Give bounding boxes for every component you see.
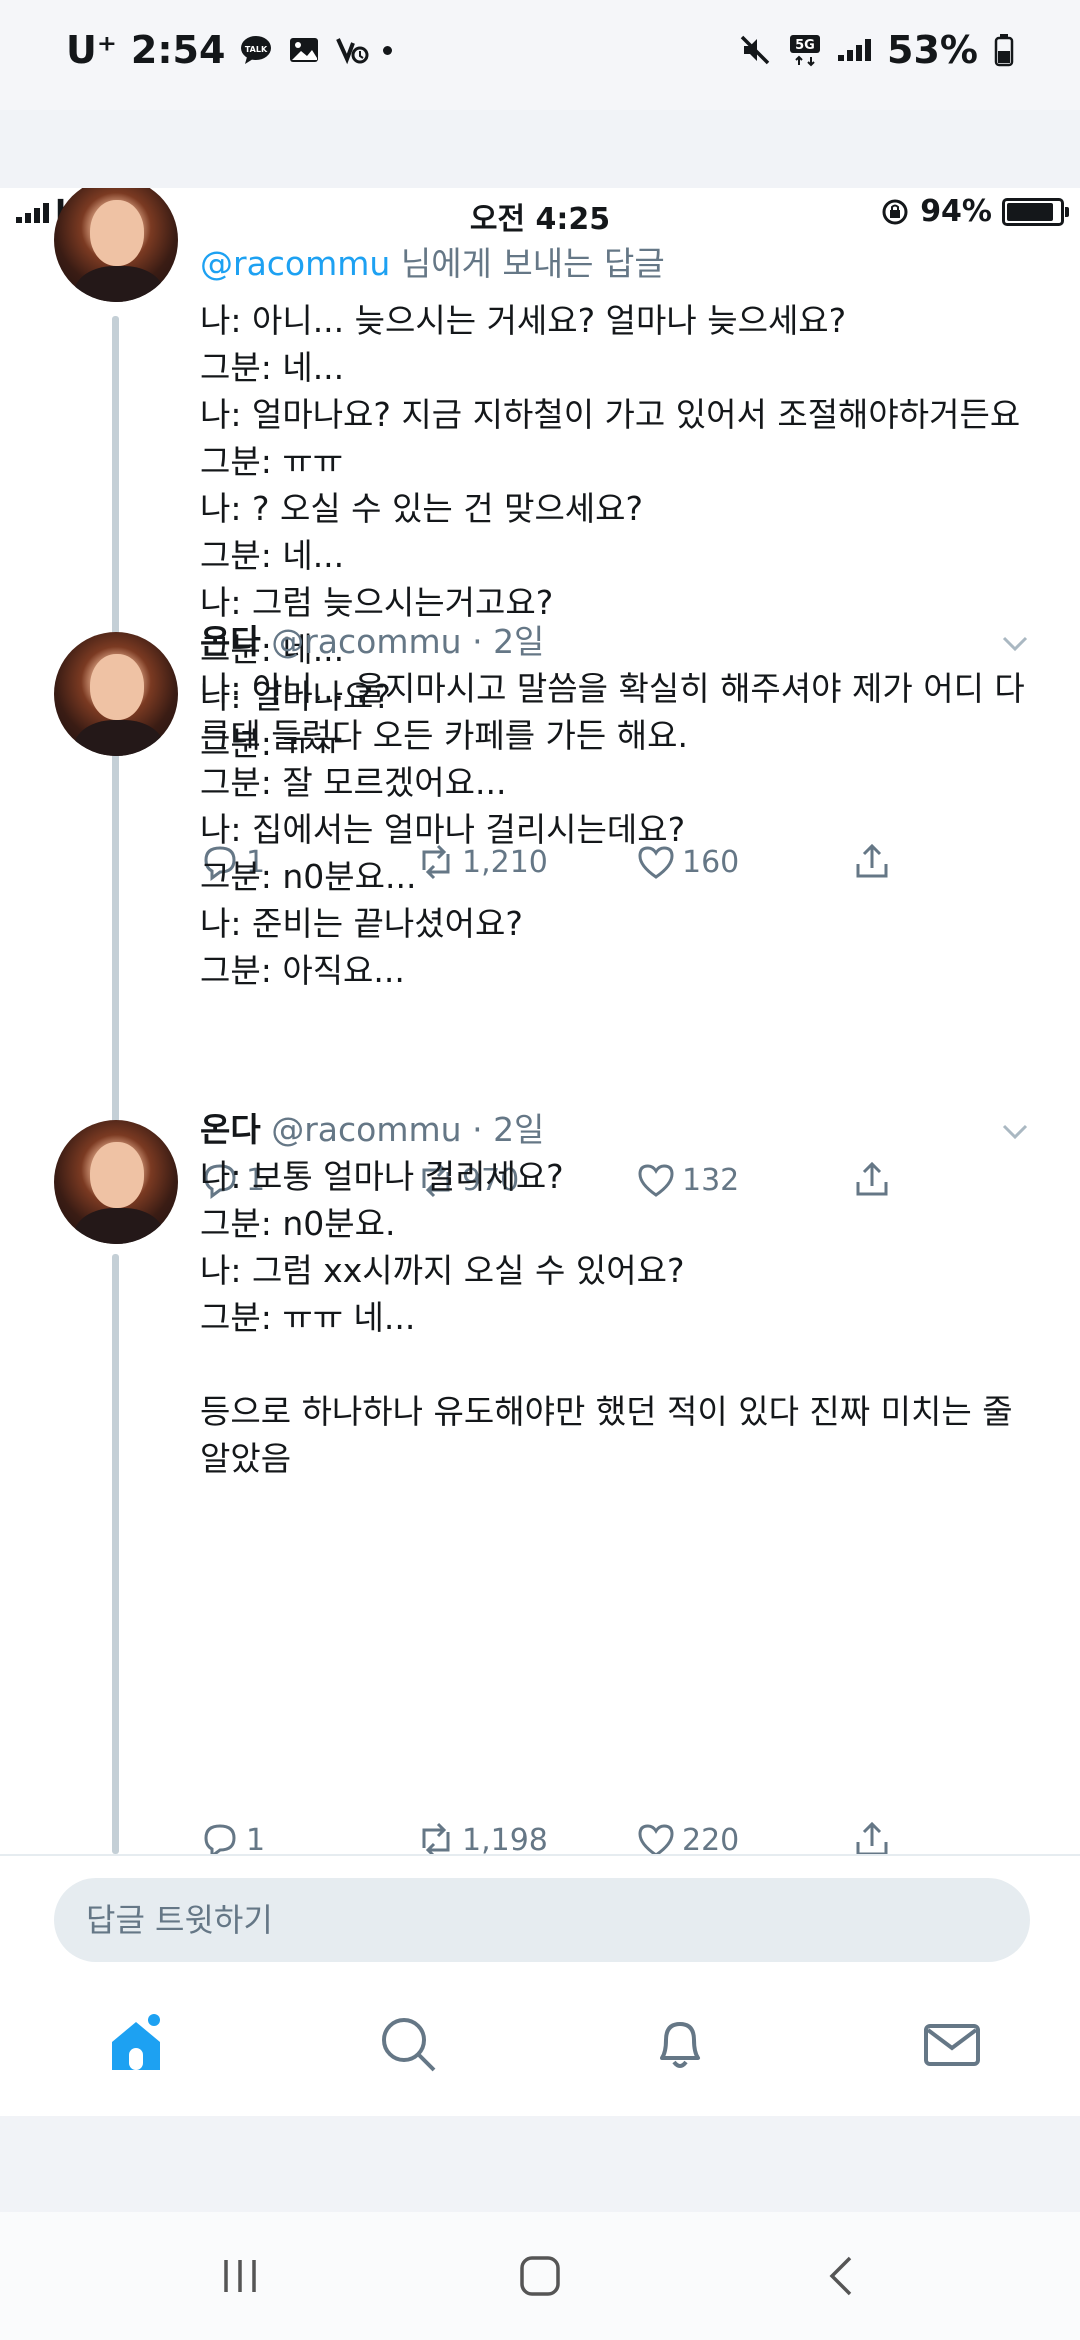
reply-input[interactable]: 답글 트윗하기 [54, 1878, 1030, 1962]
reply-context: @racommu 님에게 보내는 답글 [200, 240, 665, 287]
android-nav-bar [0, 2212, 1080, 2340]
notifications-icon[interactable] [648, 2012, 712, 2076]
separator-dot: · [461, 1110, 494, 1149]
display-name[interactable]: 온다 [200, 622, 261, 661]
device-status-bar: U⁺ 2:54 TALK 5G 53% [0, 0, 1080, 110]
back-icon[interactable] [812, 2252, 872, 2300]
handle[interactable]: @racommu [271, 622, 461, 661]
search-icon[interactable] [376, 2012, 440, 2076]
tweet-header: 온다 @racommu · 2일 [200, 1106, 544, 1153]
gallery-notification-icon [290, 38, 319, 62]
avatar[interactable] [54, 1120, 178, 1244]
chevron-down-icon[interactable] [1000, 628, 1030, 658]
home-button-icon[interactable] [510, 2252, 570, 2300]
ios-battery-icon [1002, 197, 1069, 226]
tweet-body: 나: 보통 얼마나 걸리세요? 그분: n0분요. 나: 그럼 xx시까지 오실… [200, 1157, 1013, 1478]
reply-count: 1 [246, 1822, 266, 1858]
missed-call-notification-icon [336, 38, 369, 65]
signal-icon [838, 39, 872, 61]
network-5g-icon: 5G [790, 35, 821, 67]
mute-icon [740, 35, 770, 65]
chevron-down-icon[interactable] [1000, 1116, 1030, 1146]
carrier-label: U⁺ [66, 28, 117, 72]
timestamp: 2일 [493, 622, 545, 661]
avatar[interactable] [54, 632, 178, 756]
home-icon[interactable] [104, 2012, 168, 2076]
svg-text:5G: 5G [795, 38, 815, 53]
reply-composer: 답글 트윗하기 [0, 1854, 1080, 1974]
battery-icon [994, 34, 1014, 67]
more-notifications-dot [383, 45, 393, 55]
clock: 2:54 [130, 28, 226, 72]
status-left: U⁺ 2:54 TALK [66, 28, 393, 72]
reply-handle-link[interactable]: @racommu [200, 244, 390, 283]
bottom-tab-bar [0, 1972, 1080, 2116]
rotation-lock-icon [882, 199, 908, 224]
like-count: 220 [682, 1822, 740, 1858]
tweet-header: 온다 @racommu · 2일 [200, 618, 544, 665]
timestamp: 2일 [493, 1110, 545, 1149]
retweet-count: 1,198 [462, 1822, 548, 1858]
ios-status-right: 94% [880, 194, 1069, 229]
handle[interactable]: @racommu [271, 1110, 461, 1149]
avatar[interactable] [54, 188, 178, 302]
talk-notification-icon: TALK [241, 36, 272, 64]
thread-line [112, 766, 119, 1138]
separator-dot: · [461, 622, 494, 661]
tweet-body: 나: 아니... 울지마시고 말씀을 확실히 해주셔야 제가 어디 다른데 들렀… [200, 669, 1025, 990]
display-name[interactable]: 온다 [200, 1110, 261, 1149]
thread-line [112, 1254, 119, 1854]
status-right: 5G 53% [738, 28, 1014, 72]
reply-suffix: 님에게 보내는 답글 [390, 244, 665, 283]
recent-apps-icon[interactable] [210, 2252, 270, 2300]
battery-percent: 53% [887, 28, 978, 72]
ios-battery-percent: 94% [920, 194, 992, 229]
svg-text:TALK: TALK [245, 45, 268, 54]
messages-icon[interactable] [920, 2012, 984, 2076]
screenshot-content: KT 오전 4:25 94% @racommu 님에게 보내는 답글 나: 아니… [0, 188, 1080, 2116]
